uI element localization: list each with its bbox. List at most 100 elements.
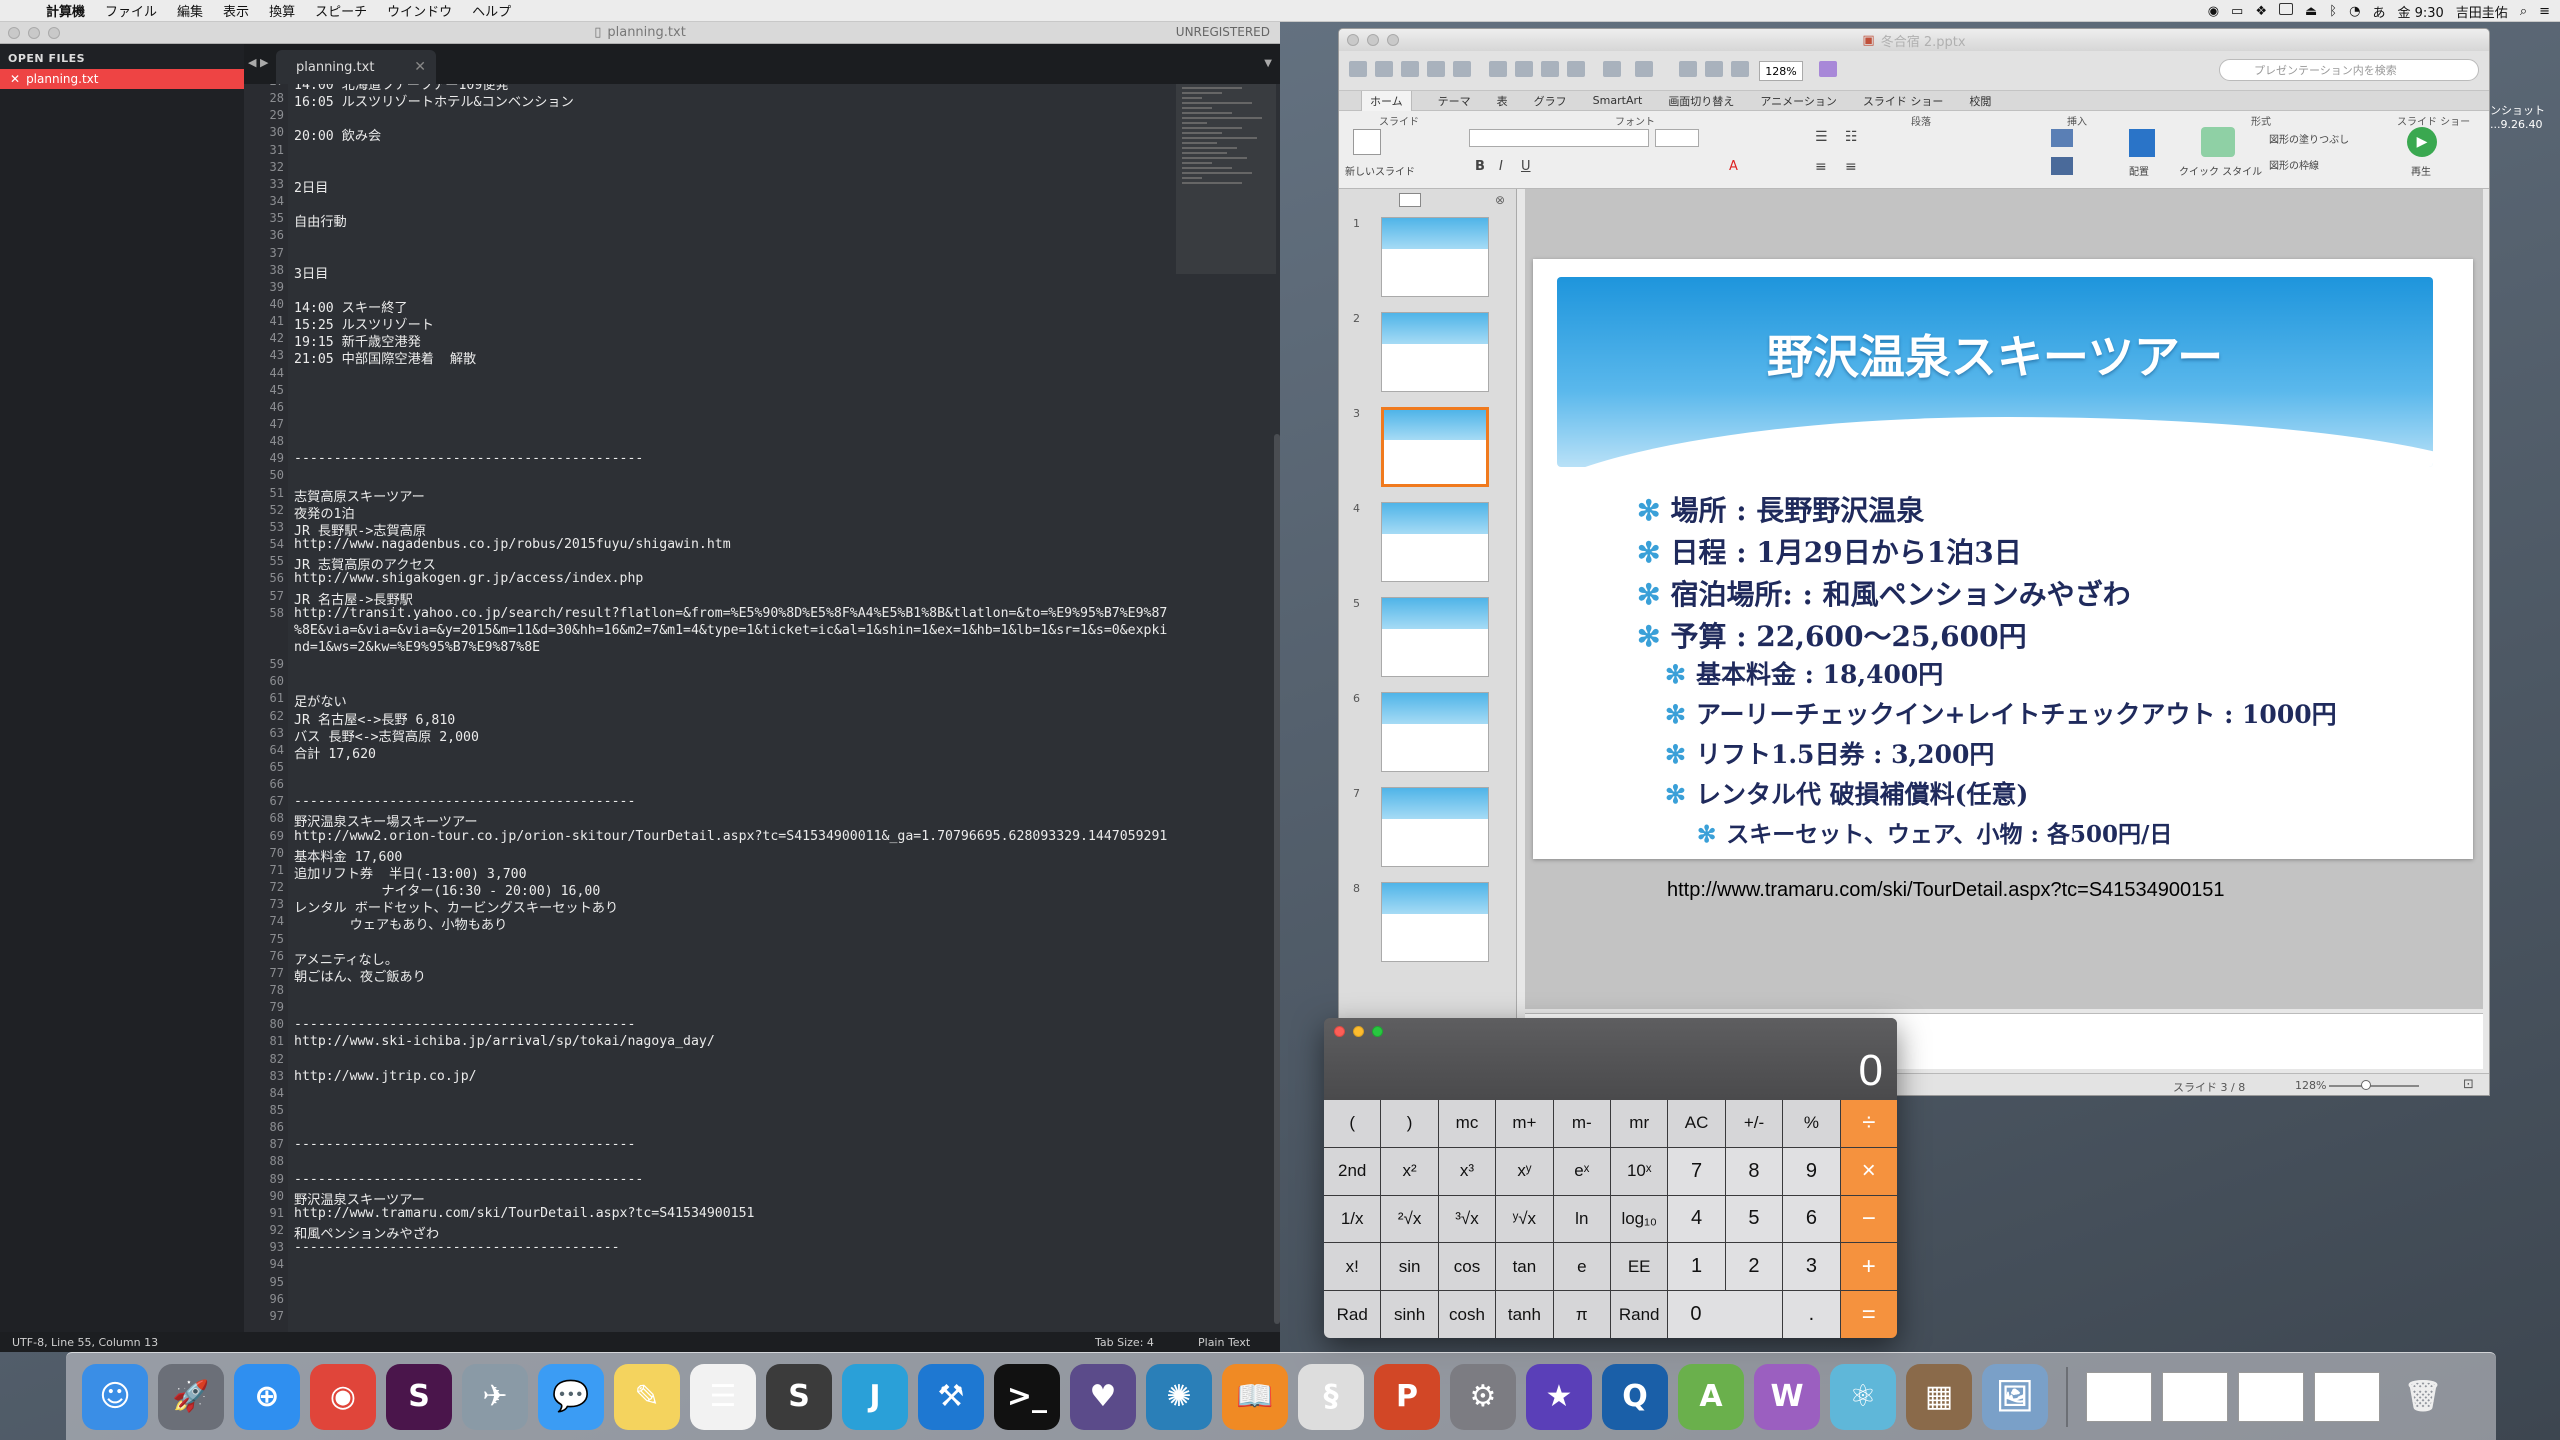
preview-icon[interactable]: ✈ <box>462 1363 528 1430</box>
slide-thumbnail-4[interactable] <box>1381 502 1489 582</box>
code-line[interactable]: 和風ペンションみやざわ <box>294 1223 439 1242</box>
arrange-button[interactable]: 配置 <box>2129 163 2149 178</box>
code-line[interactable]: ----------------------------------------… <box>294 451 643 466</box>
ppt-search-input[interactable]: プレゼンテーション内を検索 <box>2219 59 2479 81</box>
calc-key[interactable]: × <box>1840 1147 1897 1195</box>
tab-smartart[interactable]: SmartArt <box>1593 94 1643 107</box>
align-left-icon[interactable]: ≡ <box>1815 159 1827 175</box>
align-center-icon[interactable]: ≡ <box>1845 159 1857 175</box>
preview-photos-icon[interactable]: 🖼 <box>1982 1363 2048 1430</box>
calc-key[interactable]: 4 <box>1668 1195 1725 1243</box>
calc-key[interactable]: + <box>1840 1243 1897 1291</box>
calc-key[interactable]: Rand <box>1611 1291 1668 1338</box>
calc-key[interactable]: 6 <box>1783 1195 1840 1243</box>
imovie-icon[interactable]: ★ <box>1526 1363 1592 1430</box>
calc-key[interactable]: − <box>1840 1195 1897 1243</box>
menu-file[interactable]: ファイル <box>95 1 167 20</box>
code-line[interactable]: http://www.ski-ichiba.jp/arrival/sp/toka… <box>294 1034 715 1049</box>
calc-key[interactable]: mc <box>1438 1100 1496 1147</box>
dock-minimized-window[interactable] <box>2314 1371 2380 1422</box>
slide-thumbnail-2[interactable] <box>1381 312 1489 392</box>
menu-edit[interactable]: 編集 <box>167 1 213 20</box>
xcode-icon[interactable]: ⚒ <box>918 1363 984 1430</box>
picture-icon[interactable] <box>2051 157 2073 175</box>
calc-key[interactable]: 7 <box>1668 1147 1725 1195</box>
calc-key[interactable]: log₁₀ <box>1611 1195 1668 1243</box>
slide-bullet-item[interactable]: ✻ リフト1.5日券 : 3,200円 <box>1665 735 1994 771</box>
code-line[interactable]: 野沢温泉スキー場スキーツアー <box>294 811 478 830</box>
chrome-icon[interactable]: ◉ <box>310 1363 376 1430</box>
shape-outline-button[interactable]: 図形の枠線 <box>2269 157 2319 172</box>
minimize-button[interactable] <box>1367 34 1379 46</box>
gallery-icon[interactable] <box>1731 61 1749 77</box>
code-line[interactable]: http://www.tramaru.com/ski/TourDetail.as… <box>294 1206 755 1221</box>
input-method-icon[interactable]: あ <box>2372 2 2385 21</box>
font-size-select[interactable] <box>1655 129 1699 147</box>
tab-close-icon[interactable]: ✕ <box>414 59 426 75</box>
notification-center-icon[interactable]: ≡ <box>2539 4 2550 19</box>
zoom-select[interactable]: 128% <box>1759 61 1803 81</box>
calc-key[interactable]: 3 <box>1783 1243 1840 1291</box>
new-slide-icon[interactable] <box>1353 129 1381 155</box>
terminal-icon[interactable]: >_ <box>994 1363 1060 1430</box>
calc-key[interactable]: 5 <box>1725 1195 1783 1243</box>
github-icon[interactable]: ♥ <box>1070 1363 1136 1430</box>
code-line[interactable]: nd=1&ws=2&kw=%E9%95%B7%E9%87%8E <box>294 640 540 655</box>
minimap[interactable] <box>1176 84 1276 274</box>
calc-key[interactable]: tan <box>1496 1243 1553 1291</box>
font-color-icon[interactable]: A <box>1729 159 1738 174</box>
code-line[interactable]: http://transit.yahoo.co.jp/search/result… <box>294 606 1167 621</box>
calc-key[interactable]: sin <box>1381 1243 1438 1291</box>
bullet-list-icon[interactable]: ☰ <box>1815 129 1828 145</box>
slide-bullet-item[interactable]: ✻ 予算 : 22,600～25,600円 <box>1637 615 2027 655</box>
code-line[interactable]: バス 長野<->志賀高原 2,000 <box>294 726 479 745</box>
code-line[interactable]: アメニティなし。 <box>294 949 398 968</box>
font-name-select[interactable] <box>1469 129 1649 147</box>
code-line[interactable]: ----------------------------------------… <box>294 1172 643 1187</box>
eject-icon[interactable]: ⏏ <box>2305 4 2317 19</box>
messages-icon[interactable]: 💬 <box>538 1363 604 1430</box>
code-line[interactable]: ナイター(16:30 - 20:00) 16,00 <box>294 880 600 899</box>
code-line[interactable]: 14:00 スキー終了 <box>294 297 408 316</box>
editor-scrollbar[interactable] <box>1274 434 1280 1324</box>
slide-thumbnail-3[interactable] <box>1381 407 1489 487</box>
status-syntax[interactable]: Plain Text <box>1198 1336 1250 1349</box>
code-line[interactable]: ----------------------------------------… <box>294 1017 635 1032</box>
redo-icon[interactable] <box>1635 61 1653 77</box>
calc-key[interactable]: mr <box>1611 1100 1668 1147</box>
scrivener-icon[interactable]: § <box>1298 1363 1364 1430</box>
desktop-screenshot-label[interactable]: ンショット ...9.26.40 <box>2490 104 2545 132</box>
zoom-slider-knob[interactable] <box>2361 1080 2371 1090</box>
close-pane-icon[interactable]: ⊗ <box>1495 193 1505 207</box>
safari-icon[interactable]: ⊕ <box>234 1363 300 1430</box>
launchpad-icon[interactable]: 🚀 <box>158 1363 224 1430</box>
calc-key[interactable]: cosh <box>1438 1291 1496 1338</box>
code-line[interactable]: 19:15 新千歳空港発 <box>294 331 421 350</box>
calc-key[interactable]: ln <box>1553 1195 1610 1243</box>
close-icon[interactable]: ✕ <box>10 72 20 86</box>
slide-bullet-item[interactable]: ✻ 宿泊場所: : 和風ペンションみやざわ <box>1637 573 2131 613</box>
new-slide-button[interactable]: 新しいスライド <box>1345 163 1415 178</box>
minimize-button[interactable] <box>1353 1026 1364 1037</box>
calc-key[interactable]: = <box>1840 1291 1897 1338</box>
code-line[interactable]: 20:00 飲み会 <box>294 125 381 144</box>
code-line[interactable]: 追加リフト券 半日(-13:00) 3,700 <box>294 863 527 882</box>
calc-key[interactable]: 8 <box>1725 1147 1783 1195</box>
outline-view-icon[interactable] <box>1399 193 1421 207</box>
zoom-slider[interactable] <box>2329 1085 2419 1087</box>
calc-key[interactable]: x³ <box>1438 1147 1496 1195</box>
calc-key[interactable]: 9 <box>1783 1147 1840 1195</box>
code-line[interactable]: http://www.shigakogen.gr.jp/access/index… <box>294 571 643 586</box>
new-icon[interactable] <box>1349 61 1367 77</box>
slide-title[interactable]: 野沢温泉スキーツアー <box>1557 321 2433 387</box>
calc-key[interactable]: EE <box>1611 1243 1668 1291</box>
tab-nav-arrows-icon[interactable]: ◀ ▶ <box>248 56 268 69</box>
powerpoint-icon[interactable]: P <box>1374 1363 1440 1430</box>
arrange-icon[interactable] <box>2129 129 2155 157</box>
wifi-icon[interactable]: ◔ <box>2349 4 2360 19</box>
menu-window[interactable]: ウインドウ <box>377 1 462 20</box>
shape-fill-button[interactable]: 図形の塗りつぶし <box>2269 131 2349 146</box>
current-slide[interactable]: 野沢温泉スキーツアー ✻ 場所 : 長野野沢温泉 ✻ 日程 : 1月29日から1泊3日… <box>1533 259 2473 901</box>
evernote-icon[interactable]: ◉ <box>2208 4 2219 19</box>
spotlight-icon[interactable]: ⌕ <box>2520 4 2527 19</box>
